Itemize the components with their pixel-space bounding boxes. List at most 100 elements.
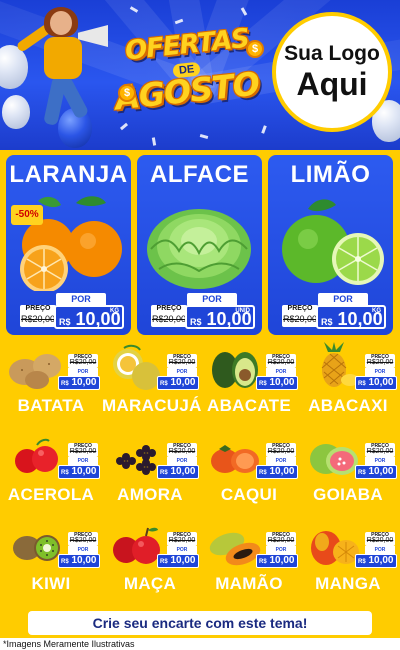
old-price: R$20,00 xyxy=(168,359,196,366)
por-label: POR xyxy=(68,368,98,376)
new-price: R$ 10,00 xyxy=(61,377,96,390)
disclaimer: *Imagens Meramente Ilustrativas xyxy=(0,638,400,650)
old-price: R$20,00 xyxy=(282,314,318,324)
product-name: ABACATE xyxy=(207,396,291,415)
currency: R$ xyxy=(160,559,168,565)
new-price-value: 10,00 xyxy=(269,555,295,566)
new-price-value: 10,00 xyxy=(170,466,196,477)
woman-megaphone-icon xyxy=(10,5,110,145)
price-unit: UNID xyxy=(235,308,250,314)
product-card-maca[interactable]: PREÇO R$20,00 POR R$ 10,00 MAÇA xyxy=(102,516,199,600)
currency: R$ xyxy=(358,470,366,476)
price-unit: KG xyxy=(110,308,119,314)
product-name: GOIABA xyxy=(313,485,383,504)
product-name: MANGA xyxy=(315,574,381,593)
product-card-abacate[interactable]: PREÇO R$20,00 POR R$ 10,00 ABACATE xyxy=(201,338,298,422)
price-tag: PREÇO R$20,00 POR R$ 10,00 xyxy=(256,532,298,568)
currency: R$ xyxy=(358,381,366,387)
new-price: R$ 10,00 xyxy=(160,555,195,568)
logo-placeholder[interactable]: Sua Logo Aqui xyxy=(272,12,392,132)
logo-line1: Sua Logo xyxy=(284,42,380,65)
currency: R$ xyxy=(259,381,267,387)
new-price-value: 10,00 xyxy=(71,377,97,388)
product-name: LARANJA xyxy=(9,161,128,188)
product-card-caqui[interactable]: PREÇO R$20,00 POR R$ 10,00 CAQUI xyxy=(201,427,298,511)
new-price: R$ 10,00 xyxy=(259,555,294,568)
dollar-coin-icon: $ xyxy=(246,40,264,58)
currency: R$ xyxy=(61,381,69,387)
por-label: POR xyxy=(365,546,395,554)
new-price: R$ 10,00 xyxy=(160,377,195,390)
product-card-acerola[interactable]: PREÇO R$20,00 POR R$ 10,00 ACEROLA xyxy=(3,427,100,511)
old-price: R$20,00 xyxy=(168,448,196,455)
discount-badge: -50% xyxy=(11,205,43,225)
old-price: R$20,00 xyxy=(168,537,196,544)
preco-label: PREÇO xyxy=(287,305,313,312)
new-price: R$ 10,00 xyxy=(358,466,393,479)
por-label: POR xyxy=(266,457,296,465)
product-card-mamao[interactable]: PREÇO R$20,00 POR R$ 10,00 MAMÃO xyxy=(201,516,298,600)
price-tag: PREÇO R$20,00 POR R$ 10,00 xyxy=(157,443,199,479)
old-price: R$20,00 xyxy=(20,314,56,324)
new-price-value: 10,00 xyxy=(71,555,97,566)
price-tag: PREÇO R$20,00 POR R$ 10,00 xyxy=(58,354,100,390)
featured-card-limao[interactable]: LIMÃO POR PREÇO R$20,00 R$ 10,00 KG xyxy=(268,155,393,335)
price-tag: PREÇO R$20,00 POR R$ 10,00 xyxy=(58,532,100,568)
por-label: POR xyxy=(266,368,296,376)
price-tag: PREÇO R$20,00 POR R$ 10,00 xyxy=(157,354,199,390)
por-label: POR xyxy=(365,457,395,465)
por-label: POR xyxy=(68,457,98,465)
por-label: POR xyxy=(365,368,395,376)
product-name: ALFACE xyxy=(150,161,249,188)
price-tag: PREÇO R$20,00 R$ 10,00 KG xyxy=(282,305,386,331)
product-name: BATATA xyxy=(17,396,85,415)
product-card-manga[interactable]: PREÇO R$20,00 POR R$ 10,00 MANGA xyxy=(300,516,397,600)
header-banner: OFERTAS DE AGOSTO $ $ Sua Logo Aqui xyxy=(0,0,400,150)
price-tag: PREÇO R$20,00 POR R$ 10,00 xyxy=(58,443,100,479)
new-price-value: 10,00 xyxy=(269,377,295,388)
product-name: CAQUI xyxy=(220,485,278,504)
por-label: POR xyxy=(187,293,237,305)
por-label: POR xyxy=(56,293,106,305)
lime-icon xyxy=(282,199,384,285)
new-price-value: 10,00 xyxy=(71,466,97,477)
confetti xyxy=(199,134,209,139)
old-price: R$20,00 xyxy=(267,537,295,544)
preco-label: PREÇO xyxy=(25,305,51,312)
featured-card-alface[interactable]: ALFACE POR PREÇO R$20,00 R$ 10,00 UNID xyxy=(137,155,262,335)
price-tag: PREÇO R$20,00 POR R$ 10,00 xyxy=(355,532,397,568)
new-price-value: 10,00 xyxy=(269,466,295,477)
currency: R$ xyxy=(259,470,267,476)
product-name: ABACAXI xyxy=(308,396,388,415)
dollar-coin-icon: $ xyxy=(118,84,136,102)
product-name: MARACUJÁ xyxy=(102,396,202,415)
new-price: R$ 10,00 xyxy=(160,466,195,479)
product-card-kiwi[interactable]: PREÇO R$20,00 POR R$ 10,00 KIWI xyxy=(3,516,100,600)
por-label: POR xyxy=(318,293,368,305)
por-label: POR xyxy=(167,368,197,376)
por-label: POR xyxy=(167,546,197,554)
product-card-maracuja[interactable]: PREÇO R$20,00 POR R$ 10,00 MARACUJÁ xyxy=(102,338,202,422)
por-label: POR xyxy=(68,546,98,554)
new-price: R$ 10,00 xyxy=(358,377,393,390)
featured-card-laranja[interactable]: LARANJA -50% POR PREÇO R$20,00 R$ 10,00 … xyxy=(6,155,131,335)
promo-line1: OFERTAS xyxy=(123,23,251,67)
product-card-amora[interactable]: PREÇO R$20,00 POR R$ 10,00 AMORA xyxy=(102,427,199,511)
preco-label: PREÇO xyxy=(156,305,182,312)
new-price: R$ 10,00 xyxy=(259,377,294,390)
new-price-value: 10,00 xyxy=(368,466,394,477)
cta-button[interactable]: Crie seu encarte com este tema! xyxy=(28,611,372,635)
product-card-goiaba[interactable]: PREÇO R$20,00 POR R$ 10,00 GOIABA xyxy=(300,427,397,511)
product-card-abacaxi[interactable]: PREÇO R$20,00 POR R$ 10,00 ABACAXI xyxy=(300,338,397,422)
old-price: R$20,00 xyxy=(69,448,97,455)
price-tag: PREÇO R$20,00 POR R$ 10,00 xyxy=(256,354,298,390)
old-price: R$20,00 xyxy=(69,359,97,366)
old-price: R$20,00 xyxy=(366,537,394,544)
old-price: R$20,00 xyxy=(366,359,394,366)
price-tag: PREÇO R$20,00 POR R$ 10,00 xyxy=(256,443,298,479)
currency: R$ xyxy=(160,470,168,476)
new-price-value: 10,00 xyxy=(368,555,394,566)
product-card-batata[interactable]: PREÇO R$20,00 POR R$ 10,00 BATATA xyxy=(3,338,100,422)
currency: R$ xyxy=(61,470,69,476)
product-name: AMORA xyxy=(117,485,183,504)
